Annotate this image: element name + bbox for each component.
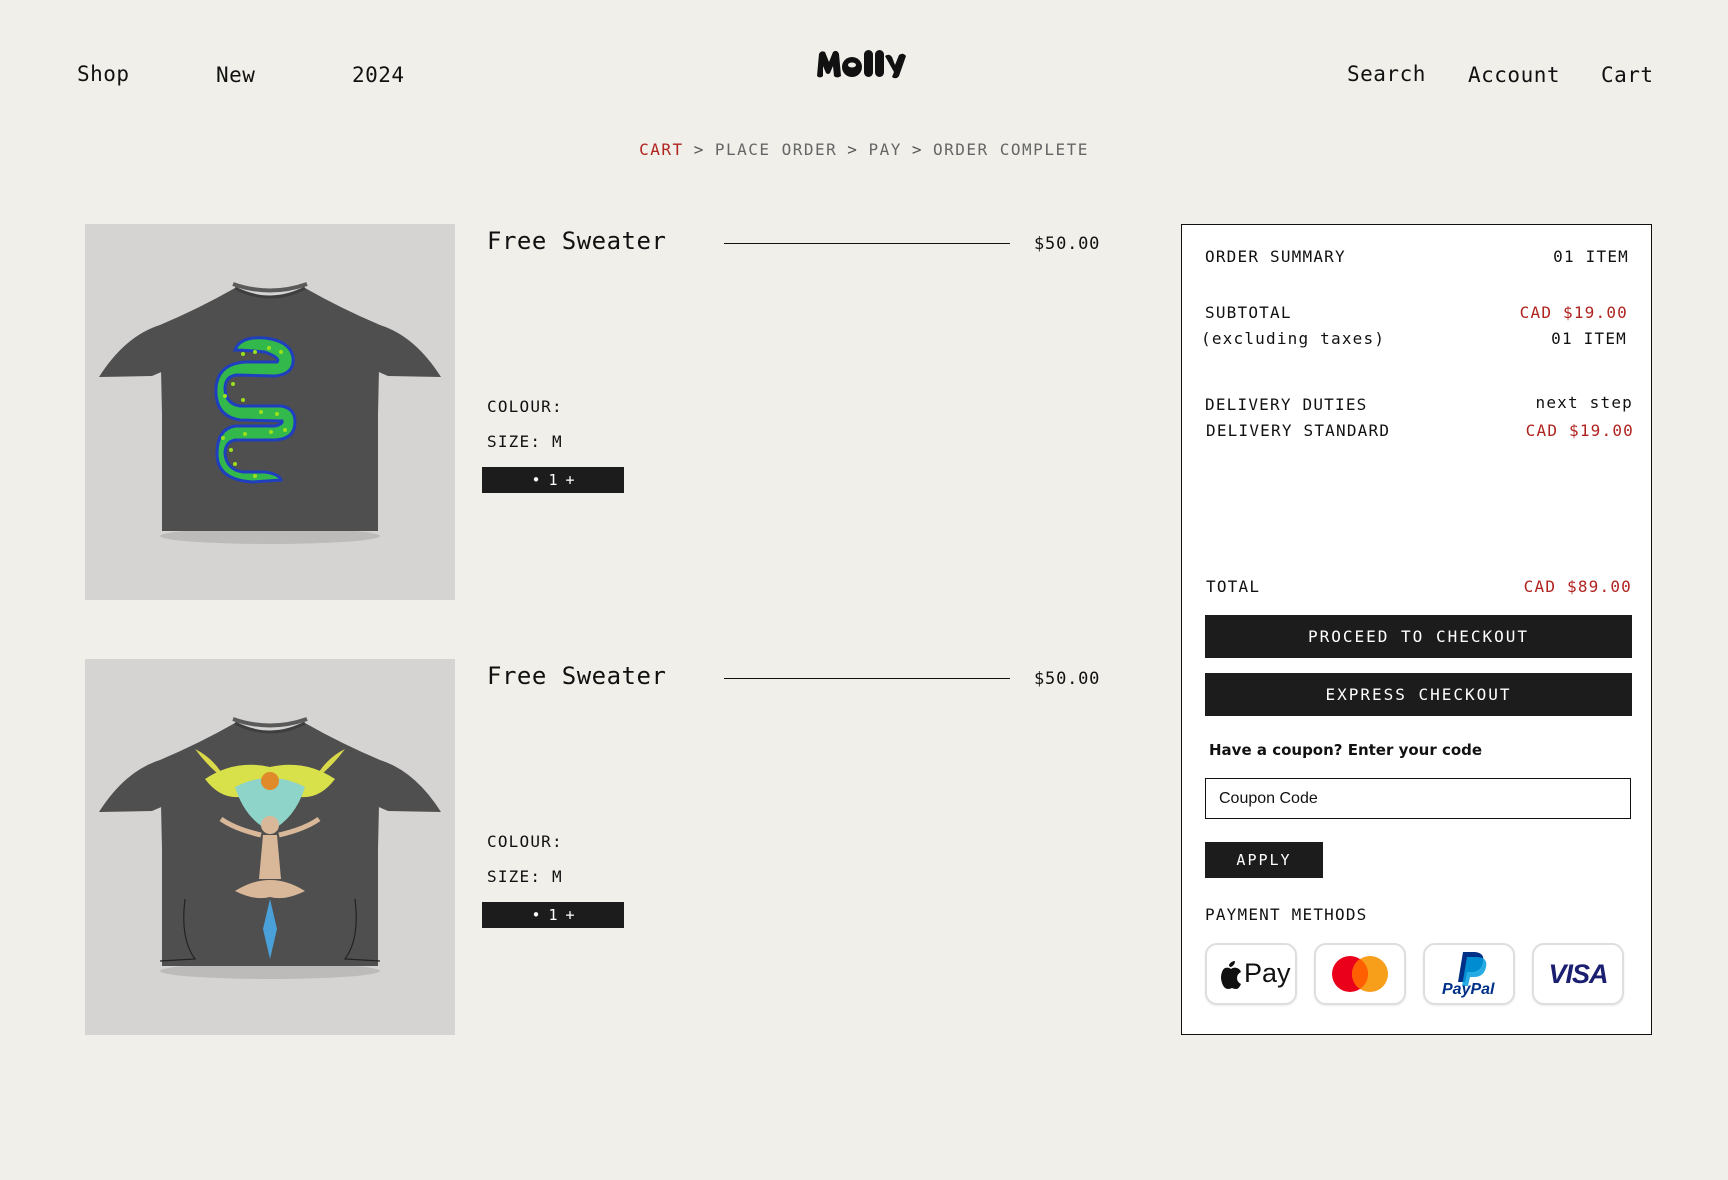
item-divider bbox=[724, 243, 1010, 244]
quantity-stepper[interactable]: • 1 + bbox=[482, 902, 624, 928]
summary-title: ORDER SUMMARY bbox=[1205, 247, 1346, 266]
delivery-duties-label: DELIVERY DUTIES bbox=[1205, 395, 1368, 414]
nav-account[interactable]: Account bbox=[1468, 63, 1560, 87]
delivery-standard-label: DELIVERY STANDARD bbox=[1206, 421, 1391, 440]
delivery-duties-value: next step bbox=[1535, 393, 1633, 412]
payment-methods-label: PAYMENT METHODS bbox=[1205, 905, 1368, 924]
subtotal-label: SUBTOTAL bbox=[1205, 303, 1292, 322]
express-checkout-button[interactable]: EXPRESS CHECKOUT bbox=[1205, 673, 1632, 716]
breadcrumb-pay[interactable]: PAY bbox=[868, 140, 901, 159]
nav-2024[interactable]: 2024 bbox=[352, 63, 405, 87]
breadcrumb-order-complete[interactable]: ORDER COMPLETE bbox=[933, 140, 1089, 159]
breadcrumb-cart[interactable]: CART bbox=[639, 140, 684, 159]
breadcrumb-separator: > bbox=[847, 140, 859, 159]
apply-coupon-button[interactable]: APPLY bbox=[1205, 842, 1323, 878]
mastercard-card bbox=[1314, 943, 1406, 1005]
item-title[interactable]: Free Sweater bbox=[487, 227, 666, 255]
coupon-code-input[interactable] bbox=[1205, 778, 1631, 819]
qty-decrease-button[interactable]: • bbox=[531, 471, 540, 489]
total-value: CAD $89.00 bbox=[1523, 577, 1632, 596]
nav-cart[interactable]: Cart bbox=[1601, 63, 1654, 87]
qty-increase-button[interactable]: + bbox=[566, 906, 575, 924]
breadcrumb-separator: > bbox=[693, 140, 705, 159]
qty-increase-button[interactable]: + bbox=[566, 471, 575, 489]
breadcrumb-separator: > bbox=[911, 140, 923, 159]
order-summary-panel: ORDER SUMMARY 01 ITEM SUBTOTAL CAD $19.0… bbox=[1181, 224, 1652, 1035]
item-colour: COLOUR: bbox=[487, 397, 563, 416]
breadcrumb: CART > PLACE ORDER > PAY > ORDER COMPLETE bbox=[0, 140, 1728, 159]
excluding-taxes-label: (excluding taxes) bbox=[1201, 329, 1386, 348]
visa-card: VISA bbox=[1532, 943, 1624, 1005]
quantity-stepper[interactable]: • 1 + bbox=[482, 467, 624, 493]
melly-logo[interactable] bbox=[815, 46, 907, 80]
nav-shop[interactable]: Shop bbox=[77, 62, 130, 86]
item-price: $50.00 bbox=[1034, 669, 1101, 689]
proceed-to-checkout-button[interactable]: PROCEED TO CHECKOUT bbox=[1205, 615, 1632, 658]
product-image[interactable] bbox=[85, 659, 455, 1035]
subtotal-value: CAD $19.00 bbox=[1519, 303, 1628, 322]
total-label: TOTAL bbox=[1206, 577, 1261, 596]
mastercard-icon bbox=[1332, 956, 1388, 992]
delivery-standard-value: CAD $19.00 bbox=[1525, 421, 1634, 440]
nav-new[interactable]: New bbox=[216, 63, 255, 87]
item-size: SIZE: M bbox=[487, 867, 563, 886]
summary-item-count: 01 ITEM bbox=[1553, 247, 1629, 266]
breadcrumb-place-order[interactable]: PLACE ORDER bbox=[715, 140, 837, 159]
excluding-item-count: 01 ITEM bbox=[1551, 329, 1627, 348]
item-divider bbox=[724, 678, 1010, 679]
visa-text: VISA bbox=[1548, 958, 1608, 989]
coupon-prompt: Have a coupon? Enter your code bbox=[1209, 741, 1483, 759]
paypal-card: PayPal bbox=[1423, 943, 1515, 1005]
item-colour: COLOUR: bbox=[487, 832, 563, 851]
item-size: SIZE: M bbox=[487, 432, 563, 451]
qty-decrease-button[interactable]: • bbox=[531, 906, 540, 924]
qty-value: 1 bbox=[548, 906, 558, 924]
item-title[interactable]: Free Sweater bbox=[487, 662, 666, 690]
paypal-text: PayPal bbox=[1442, 981, 1495, 998]
apple-pay-text: Pay bbox=[1244, 958, 1291, 988]
nav-search[interactable]: Search bbox=[1347, 62, 1426, 86]
apple-pay-card: Pay bbox=[1205, 943, 1297, 1005]
item-price: $50.00 bbox=[1034, 234, 1101, 254]
product-image[interactable] bbox=[85, 224, 455, 600]
qty-value: 1 bbox=[548, 471, 558, 489]
